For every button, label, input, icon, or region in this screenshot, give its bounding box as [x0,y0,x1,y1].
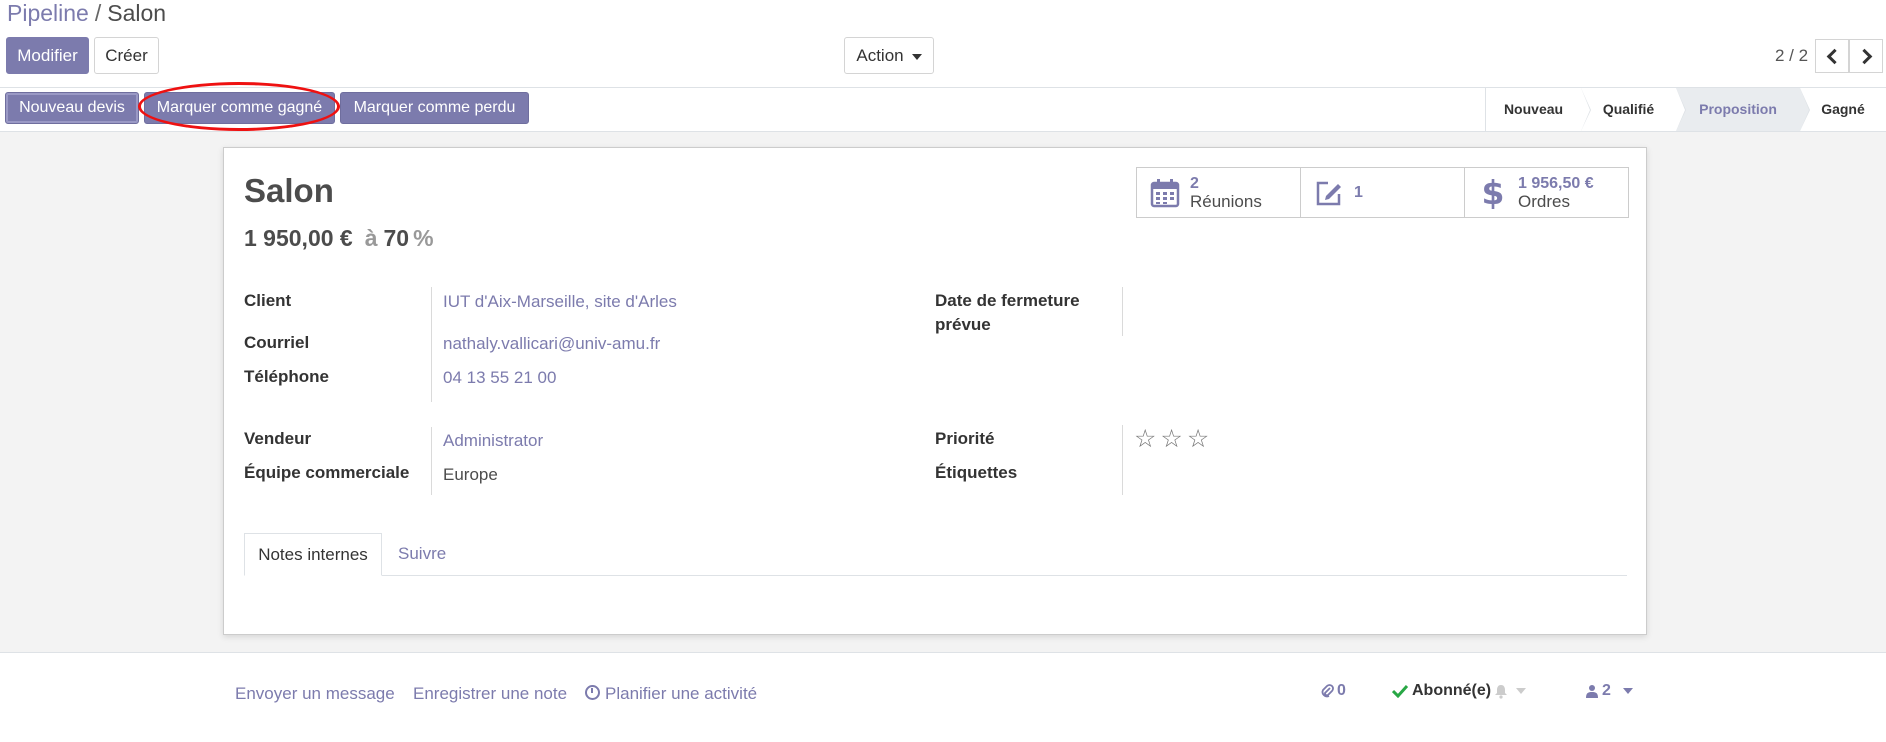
attachments-count: 0 [1337,682,1346,699]
edit-button[interactable]: Modifier [6,37,89,74]
stage-label: Gagné [1821,101,1865,117]
followers-count: 2 [1602,682,1611,699]
meetings-smart-button[interactable]: 2 Réunions [1136,167,1301,218]
action-label: Action [856,46,904,65]
star-icon[interactable]: ☆ [1187,426,1209,452]
stage-label: Qualifié [1602,101,1655,117]
chevron-left-icon [1826,48,1842,64]
stage-label: Nouveau [1503,101,1564,117]
meetings-label: Réunions [1190,191,1262,211]
email-field[interactable]: nathaly.vallicari@univ-amu.fr [443,332,660,356]
followers-button[interactable]: 2 [1586,682,1633,700]
tab-follow[interactable]: Suivre [398,533,446,575]
orders-smart-button[interactable]: $ 1 956,50 € Ordres [1464,167,1629,218]
expected-revenue: 1 950,00 € [244,225,353,251]
probability-value: 70 [383,225,410,251]
client-label: Client [244,291,292,310]
orders-amount: 1 956,50 € [1518,174,1594,192]
new-quotation-button[interactable]: Nouveau devis [5,92,139,124]
breadcrumb-current: Salon [107,0,167,26]
email-label: Courriel [244,333,310,352]
percent-sign: % [413,225,434,251]
breadcrumb: Pipeline / Salon [7,0,166,27]
attachments-button[interactable]: 0 [1320,682,1346,700]
send-message-button[interactable]: Envoyer un message [235,684,395,704]
log-note-button[interactable]: Enregistrer une note [413,684,567,704]
closing-date-label-2: prévue [935,315,991,334]
star-icon[interactable]: ☆ [1160,426,1182,452]
control-panel: Pipeline / Salon Modifier Créer Action 2 /… [0,0,1886,88]
star-icon[interactable]: ☆ [1134,426,1156,452]
follow-status-label: Abonné(e) [1412,682,1492,699]
priority-label: Priorité [935,429,995,448]
mark-lost-button[interactable]: Marquer comme perdu [340,92,529,124]
stage-proposition[interactable]: Proposition [1676,88,1810,131]
notebook-tabs: Notes internes Suivre [244,533,1627,576]
field-divider [1122,425,1123,495]
schedule-activity-label: Planifier une activité [605,684,758,703]
edit-icon [1310,178,1348,208]
pager-value[interactable]: 2 / 2 [1775,46,1808,66]
dollar-icon: $ [1481,173,1505,212]
statusbar: Nouveau devis Marquer comme gagné Marque… [0,88,1886,132]
bell-icon[interactable] [1494,684,1508,699]
stage-qualifie[interactable]: Qualifié [1581,88,1686,131]
stage-label: Proposition [1699,101,1777,117]
quotations-count: 1 [1354,183,1363,201]
quotations-smart-button[interactable]: 1 [1300,167,1465,218]
caret-down-icon [911,53,922,60]
priority-widget: ☆ ☆ ☆ [1134,426,1209,452]
field-divider [1122,287,1123,336]
caret-down-icon [1622,688,1633,694]
breadcrumb-separator: / [94,0,102,26]
orders-label: Ordres [1518,191,1570,211]
mark-won-button[interactable]: Marquer comme gagné [144,92,335,124]
field-divider [431,427,432,495]
user-icon [1586,685,1598,698]
check-icon [1392,684,1408,698]
create-button[interactable]: Créer [94,37,159,74]
breadcrumb-pipeline-link[interactable]: Pipeline [7,0,89,26]
client-field[interactable]: IUT d'Aix-Marseille, site d'Arles [443,290,677,314]
salesperson-label: Vendeur [244,429,312,448]
stage-nouveau[interactable]: Nouveau [1486,88,1591,131]
field-divider [431,287,432,402]
chevron-right-icon [1856,48,1872,64]
phone-label: Téléphone [244,367,330,386]
sales-team-field[interactable]: Europe [443,463,498,487]
stage-pipeline: Nouveau Qualifié Proposition Gagné [1485,88,1886,131]
meetings-count: 2 [1190,174,1199,192]
sales-team-label: Équipe commerciale [244,463,410,482]
opportunity-title: Salon [244,172,334,209]
schedule-activity-button[interactable]: Planifier une activité [585,684,757,704]
tags-label: Étiquettes [935,463,1018,482]
calendar-icon [1146,178,1184,208]
paperclip-icon [1321,684,1334,698]
caret-down-icon[interactable] [1516,688,1527,694]
salesperson-field[interactable]: Administrator [443,429,543,453]
pager-next-button[interactable] [1849,39,1883,73]
closing-date-label-1: Date de fermeture [935,291,1080,310]
phone-field[interactable]: 04 13 55 21 00 [443,366,556,390]
revenue-line: 1 950,00 € à 70% [244,225,434,252]
tab-internal-notes[interactable]: Notes internes [244,533,382,576]
clock-icon [585,685,600,700]
pager-previous-button[interactable] [1815,39,1849,73]
action-dropdown[interactable]: Action [844,37,934,74]
at-label: à [364,225,378,251]
stage-gagne[interactable]: Gagné [1800,88,1886,131]
follow-status-button[interactable]: Abonné(e) [1392,682,1527,700]
